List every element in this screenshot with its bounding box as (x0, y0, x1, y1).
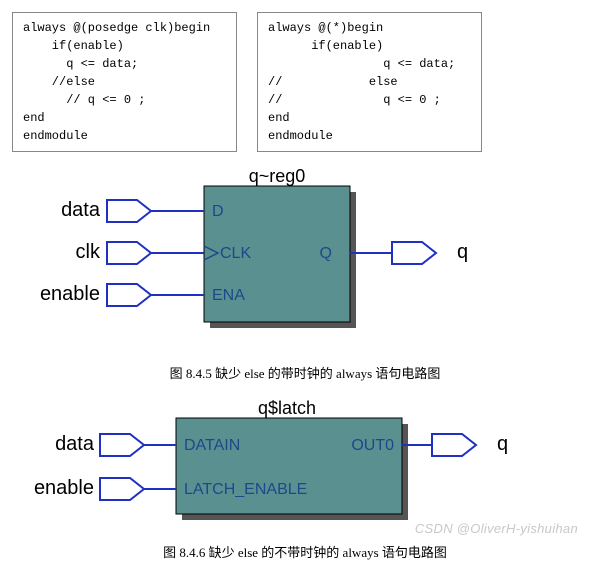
port-data: data (61, 199, 204, 222)
port-enable: enable (40, 283, 204, 306)
label-enable: enable (34, 477, 94, 499)
pin-latchen: LATCH_ENABLE (184, 481, 307, 498)
figure-845-caption: 图 8.4.5 缺少 else 的带时钟的 always 语句电路图 (12, 363, 598, 382)
code-box-left: always @(posedge clk)begin if(enable) q … (12, 12, 237, 152)
output-buffer-icon (392, 242, 436, 264)
figure-846: q$latch DATAIN LATCH_ENABLE OUT0 data en… (12, 396, 598, 561)
circuit-diagram-reg: q~reg0 D CLK ENA Q data clk enable (12, 164, 572, 354)
label-data: data (55, 433, 95, 455)
input-buffer-icon (100, 434, 144, 456)
label-data: data (61, 199, 101, 221)
input-buffer-icon (107, 284, 151, 306)
output-buffer-icon (432, 434, 476, 456)
watermark-text: CSDN @OliverH-yishuihan (12, 521, 598, 536)
port-data: data (55, 433, 176, 456)
port-clk: clk (76, 241, 204, 264)
pin-q: Q (320, 245, 332, 262)
pin-out: OUT0 (351, 437, 394, 454)
block-title: q~reg0 (249, 166, 306, 186)
input-buffer-icon (107, 242, 151, 264)
code-row: always @(posedge clk)begin if(enable) q … (12, 12, 598, 152)
label-enable: enable (40, 283, 100, 305)
label-clk: clk (76, 241, 101, 263)
input-buffer-icon (107, 200, 151, 222)
pin-ena: ENA (212, 287, 245, 304)
pin-clk: CLK (220, 245, 251, 262)
pin-datain: DATAIN (184, 437, 240, 454)
input-buffer-icon (100, 478, 144, 500)
code-box-right: always @(*)begin if(enable) q <= data; /… (257, 12, 482, 152)
port-enable: enable (34, 477, 176, 500)
port-q-out: q (350, 241, 468, 264)
port-q-out: q (402, 433, 508, 456)
chip-body (176, 418, 402, 514)
block-title: q$latch (258, 398, 316, 418)
pin-d: D (212, 203, 224, 220)
label-q: q (457, 241, 468, 263)
label-q: q (497, 433, 508, 455)
figure-845: q~reg0 D CLK ENA Q data clk enable (12, 164, 598, 382)
